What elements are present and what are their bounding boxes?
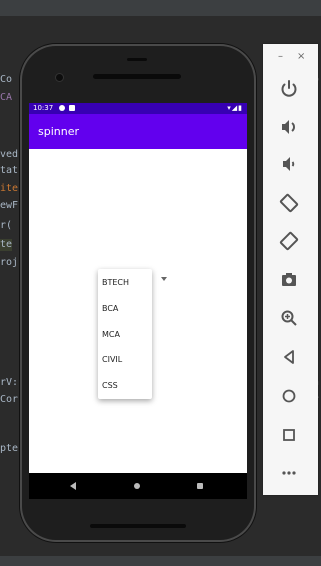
spinner-option-btech[interactable]: BTECH — [102, 278, 129, 288]
minimize-button[interactable]: – — [278, 52, 283, 62]
camera-icon[interactable] — [277, 268, 301, 292]
ide-top-bar — [0, 0, 321, 16]
spinner-option-bca[interactable]: BCA — [102, 304, 118, 314]
code-line: ite — [0, 183, 19, 194]
signal-battery-icon: ▾◢▮ — [227, 104, 243, 112]
spinner-option-mca[interactable]: MCA — [102, 330, 120, 340]
code-line: Co — [0, 74, 13, 85]
rotate-left-icon[interactable] — [277, 191, 301, 215]
code-line: tat — [0, 165, 19, 176]
navigation-bar — [29, 473, 247, 499]
code-line: CA — [0, 92, 13, 103]
volume-down-icon[interactable] — [277, 152, 301, 176]
code-line: pte — [0, 443, 19, 454]
nav-recents-icon[interactable] — [197, 483, 203, 489]
code-line: ved — [0, 149, 19, 160]
code-line: te — [0, 239, 13, 251]
code-line: roj — [0, 257, 19, 268]
nav-home-icon[interactable] — [134, 483, 140, 489]
rotate-right-icon[interactable] — [277, 229, 301, 253]
sd-card-status-icon — [69, 105, 75, 111]
phone-notch — [127, 58, 147, 61]
spinner-option-civil[interactable]: CIVIL — [102, 355, 122, 365]
code-line: r( — [0, 220, 13, 231]
status-bar: 10:37 ▾◢▮ — [29, 103, 247, 114]
settings-status-icon — [59, 105, 65, 111]
app-title: spinner — [38, 125, 80, 138]
more-icon[interactable] — [277, 461, 301, 485]
overview-icon[interactable] — [277, 423, 301, 447]
app-bar: spinner — [29, 114, 247, 149]
front-camera — [56, 74, 63, 81]
code-line: rV: — [0, 377, 19, 388]
spinner-dropdown-arrow-icon[interactable] — [161, 277, 167, 281]
phone-speaker — [93, 74, 181, 79]
emulator-toolbar: – × — [263, 44, 318, 495]
status-time: 10:37 — [33, 104, 54, 112]
home-icon[interactable] — [277, 384, 301, 408]
spinner-dropdown: BTECH BCA MCA CIVIL CSS — [98, 269, 152, 399]
volume-up-icon[interactable] — [277, 115, 301, 139]
code-line: Cor — [0, 394, 19, 405]
back-icon[interactable] — [277, 345, 301, 369]
ide-status-bar — [0, 556, 321, 566]
nav-back-icon[interactable] — [70, 482, 76, 490]
phone-chin — [90, 524, 186, 528]
code-line: ewF — [0, 200, 19, 211]
zoom-in-icon[interactable] — [277, 306, 301, 330]
power-icon[interactable] — [277, 77, 301, 101]
spinner-option-css[interactable]: CSS — [102, 381, 118, 391]
close-button[interactable]: × — [297, 52, 305, 62]
